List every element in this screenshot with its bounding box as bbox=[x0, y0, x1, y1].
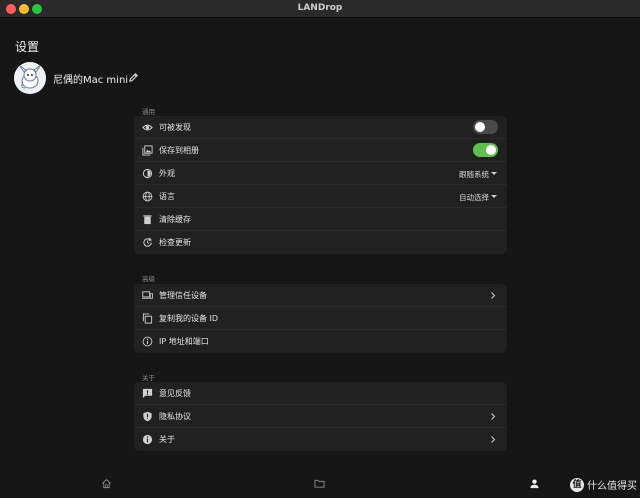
person-icon[interactable] bbox=[529, 478, 540, 489]
shield-icon bbox=[143, 411, 152, 422]
copy-icon bbox=[142, 313, 153, 324]
copy-id-label: 复制我的设备 ID bbox=[159, 314, 219, 323]
row-copy-id[interactable]: 复制我的设备 ID bbox=[134, 307, 507, 330]
row-appearance[interactable]: 外观 跟随系统 bbox=[134, 162, 507, 185]
row-ip-port[interactable]: IP 地址和端口 bbox=[134, 330, 507, 353]
general-card: 可被发现 保存到相册 外观 跟随系统 语言 自动选择 清除缓存 检查更新 bbox=[134, 116, 507, 254]
save-album-label: 保存到相册 bbox=[159, 146, 199, 155]
update-icon bbox=[143, 237, 152, 247]
feedback-icon bbox=[142, 388, 153, 399]
trusted-devices-label: 管理信任设备 bbox=[159, 291, 207, 300]
watermark: 值 什么值得买 bbox=[570, 477, 637, 492]
chevron-down-icon[interactable] bbox=[491, 172, 497, 175]
check-update-label: 检查更新 bbox=[159, 238, 191, 247]
trash-icon bbox=[143, 215, 152, 225]
watermark-badge: 值 bbox=[570, 477, 584, 492]
about-card: 意见反馈 隐私协议 关于 bbox=[134, 382, 507, 451]
window-title: LANDrop bbox=[297, 3, 343, 13]
pencil-icon[interactable] bbox=[128, 72, 139, 83]
row-trusted-devices[interactable]: 管理信任设备 bbox=[134, 284, 507, 307]
info-filled-icon bbox=[142, 434, 153, 445]
row-discoverable[interactable]: 可被发现 bbox=[134, 116, 507, 139]
chevron-right-icon bbox=[491, 292, 496, 299]
toggle-knob bbox=[486, 145, 496, 155]
row-feedback[interactable]: 意见反馈 bbox=[134, 382, 507, 405]
row-check-update[interactable]: 检查更新 bbox=[134, 231, 507, 254]
advanced-card: 管理信任设备 复制我的设备 ID IP 地址和端口 bbox=[134, 284, 507, 353]
appearance-label: 外观 bbox=[159, 169, 175, 178]
watermark-text: 什么值得买 bbox=[587, 481, 637, 492]
language-label: 语言 bbox=[159, 192, 175, 201]
section-label-advanced: 高级 bbox=[142, 275, 155, 283]
row-clear-cache[interactable]: 清除缓存 bbox=[134, 208, 507, 231]
discoverable-label: 可被发现 bbox=[159, 123, 191, 132]
row-save-album[interactable]: 保存到相册 bbox=[134, 139, 507, 162]
title-bar: LANDrop bbox=[0, 0, 640, 18]
row-about[interactable]: 关于 bbox=[134, 428, 507, 451]
discoverable-toggle[interactable] bbox=[473, 120, 498, 134]
language-value[interactable]: 自动选择 bbox=[459, 192, 489, 203]
feedback-label: 意见反馈 bbox=[159, 389, 191, 398]
chevron-right-icon bbox=[491, 436, 496, 443]
photo-library-icon bbox=[142, 145, 153, 156]
section-label-about: 关于 bbox=[142, 374, 155, 382]
ip-port-label: IP 地址和端口 bbox=[159, 337, 209, 346]
bottom-nav bbox=[0, 472, 640, 498]
about-label: 关于 bbox=[159, 435, 175, 444]
folder-icon[interactable] bbox=[314, 478, 325, 489]
chevron-right-icon bbox=[491, 413, 496, 420]
appearance-value[interactable]: 跟随系统 bbox=[459, 169, 489, 180]
device-name: 尼偶的Mac mini bbox=[53, 75, 129, 86]
avatar[interactable] bbox=[14, 62, 46, 94]
clear-cache-label: 清除缓存 bbox=[159, 215, 191, 224]
save-album-toggle[interactable] bbox=[473, 143, 498, 157]
toggle-knob bbox=[475, 122, 485, 132]
page-title: 设置 bbox=[15, 40, 40, 54]
home-icon[interactable] bbox=[101, 478, 112, 489]
avatar-image bbox=[14, 62, 46, 94]
chevron-down-icon[interactable] bbox=[491, 195, 497, 198]
brightness-icon bbox=[142, 168, 153, 179]
section-label-general: 通用 bbox=[142, 108, 155, 116]
devices-icon bbox=[142, 291, 153, 299]
globe-icon bbox=[142, 191, 153, 202]
info-icon bbox=[142, 336, 153, 347]
row-privacy[interactable]: 隐私协议 bbox=[134, 405, 507, 428]
privacy-label: 隐私协议 bbox=[159, 412, 191, 421]
eye-icon bbox=[142, 124, 153, 131]
row-language[interactable]: 语言 自动选择 bbox=[134, 185, 507, 208]
